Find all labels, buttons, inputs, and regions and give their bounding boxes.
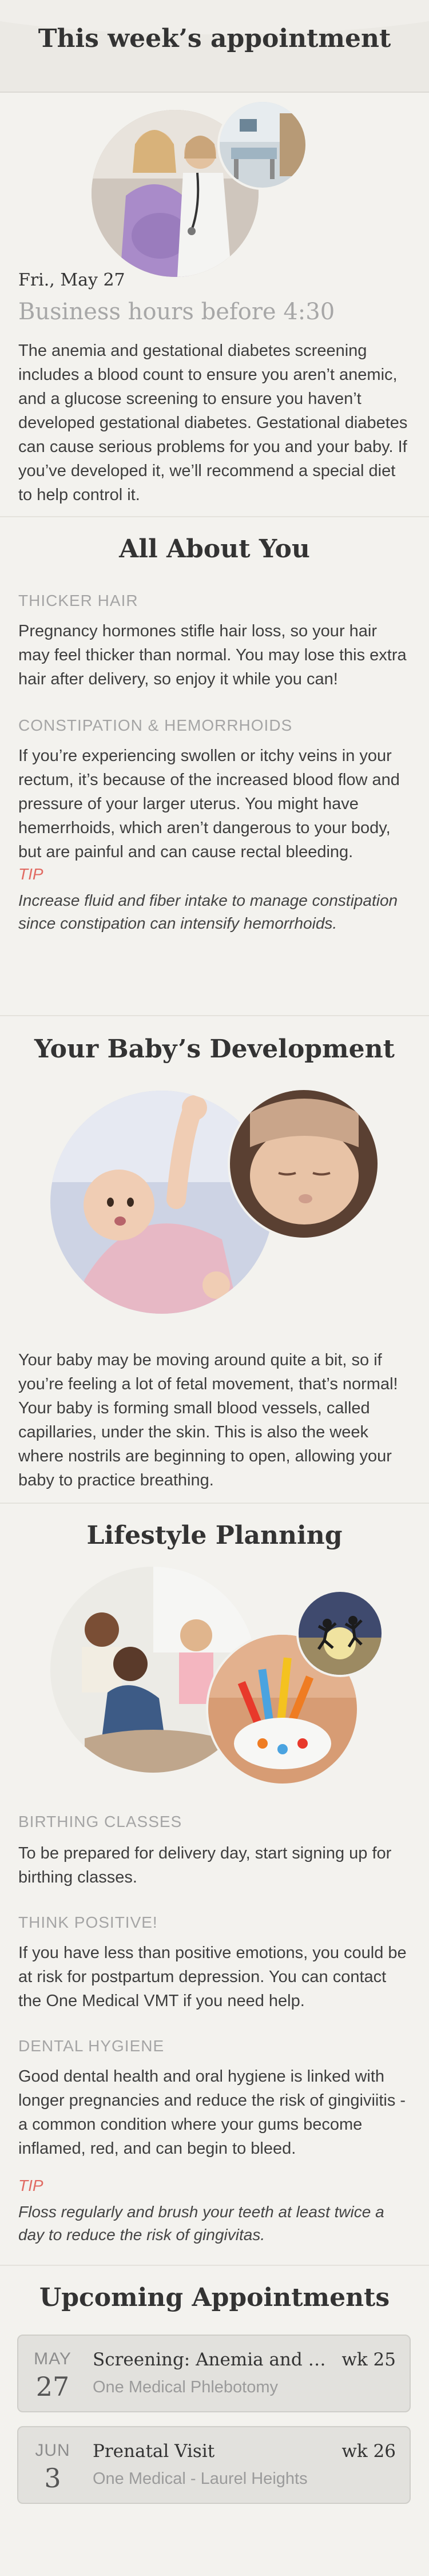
constipation-text: If you’re experiencing swollen or itchy … [18, 747, 400, 861]
dental-hygiene-text: Good dental health and oral hygiene is l… [18, 2067, 406, 2158]
about-you-section: All About You THICKER HAIR Pregnancy hor… [0, 517, 429, 1016]
card-month: MAY [34, 2349, 72, 2368]
about-you-title: All About You [119, 534, 310, 564]
baby-text: Your baby may be moving around quite a b… [18, 1351, 398, 1489]
birthing-classes-heading: BIRTHING CLASSES [18, 1813, 182, 1830]
card-week: wk 26 [341, 2441, 396, 2462]
baby-development-section: Your Baby’s Development Your baby may be… [0, 1016, 429, 1504]
appointment-hours: Business hours before 4:30 [18, 299, 335, 325]
think-positive-text: If you have less than positive emotions,… [18, 1944, 407, 2010]
dental-hygiene-heading: DENTAL HYGIENE [18, 2037, 165, 2055]
thicker-hair-text: Pregnancy hormones stifle hair loss, so … [18, 622, 407, 688]
card-day: 27 [35, 2371, 70, 2402]
upcoming-section: Upcoming Appointments MAY 27 Screening: … [0, 2266, 429, 2552]
baby-title: Your Baby’s Development [34, 1035, 395, 1064]
card-title: Prenatal Visit [93, 2441, 215, 2462]
appointment-description: The anemia and gestational diabetes scre… [18, 342, 408, 504]
lifestyle-tip-text: Floss regularly and brush your teeth at … [18, 2203, 384, 2244]
appointment-date: Fri., May 27 [18, 270, 125, 290]
header: This week’s appointment [0, 0, 429, 93]
constipation-heading: CONSTIPATION & HEMORRHOIDS [18, 716, 293, 734]
about-tip-text: Increase fluid and fiber intake to manag… [18, 891, 398, 932]
lifestyle-section: Lifestyle Planning BIRTHING CLASSES To b… [0, 1504, 429, 2266]
appointment-section: Fri., May 27 Business hours before 4:30 … [0, 93, 429, 517]
exam-room-photo [217, 100, 308, 190]
card-day: 3 [44, 2463, 61, 2494]
card-title: Screening: Anemia and gestational diabet… [93, 2349, 333, 2370]
card-week: wk 25 [341, 2349, 396, 2370]
upcoming-card-1[interactable]: MAY 27 Screening: Anemia and gestational… [17, 2335, 411, 2412]
card-location: One Medical Phlebotomy [93, 2378, 278, 2396]
birthing-classes-text: To be prepared for delivery day, start s… [18, 1844, 392, 1887]
upcoming-title: Upcoming Appointments [39, 2283, 390, 2312]
card-location: One Medical - Laurel Heights [93, 2470, 308, 2488]
page-title: This week’s appointment [38, 24, 391, 53]
about-tip-label: TIP [18, 865, 43, 883]
upcoming-card-2[interactable]: JUN 3 Prenatal Visit One Medical - Laure… [17, 2426, 411, 2504]
lifestyle-title: Lifestyle Planning [86, 1521, 343, 1550]
baby-sleeping-photo [228, 1088, 380, 1240]
thicker-hair-heading: THICKER HAIR [18, 592, 138, 609]
lifestyle-tip-label: TIP [18, 2177, 43, 2194]
card-month: JUN [35, 2441, 70, 2460]
think-positive-heading: THINK POSITIVE! [18, 1913, 158, 1931]
jumping-silhouettes-photo [296, 1590, 384, 1677]
page: This week’s appointment Fri., May 27 Bus… [0, 0, 429, 2576]
